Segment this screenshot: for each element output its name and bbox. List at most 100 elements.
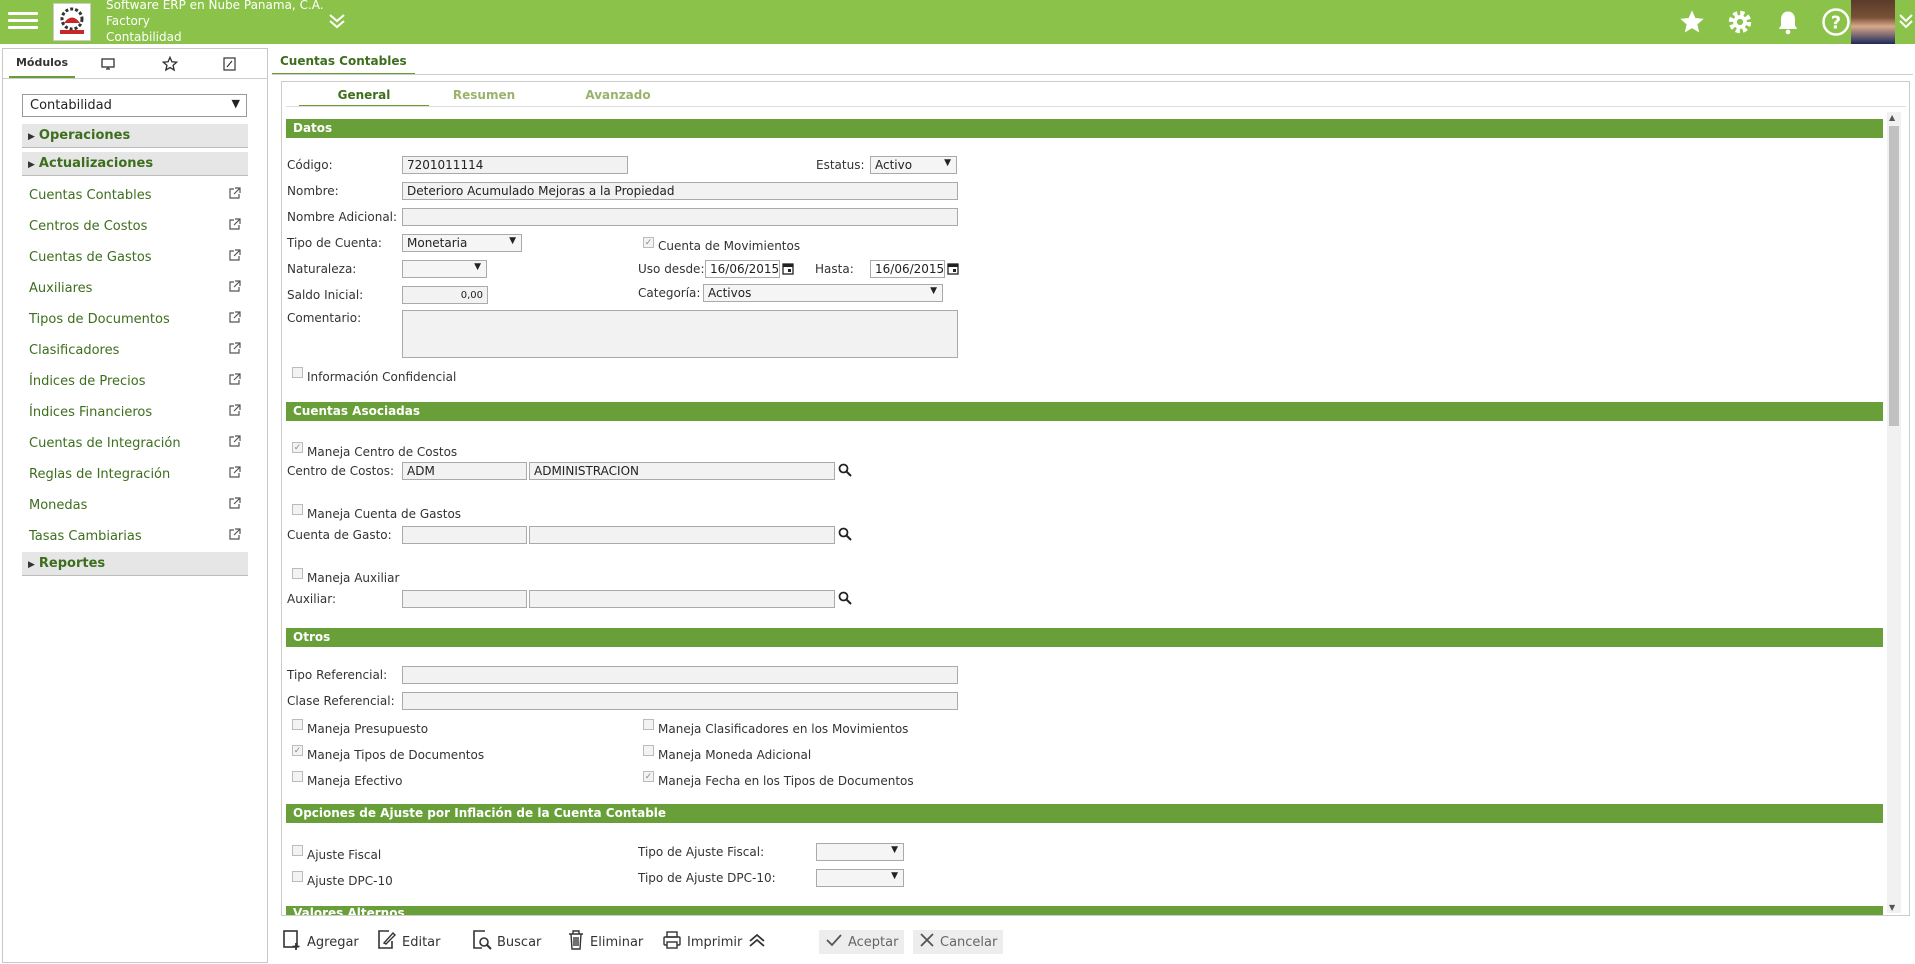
- centro-costos-name-input[interactable]: ADMINISTRACION: [529, 462, 835, 480]
- dropdown-arrow-icon: ▼: [891, 871, 898, 881]
- calendar-icon[interactable]: [947, 262, 961, 276]
- user-menu-chevron-icon[interactable]: [1897, 10, 1915, 32]
- scroll-down-icon[interactable]: ▼: [1889, 903, 1895, 912]
- external-link-icon: [228, 279, 241, 297]
- sidebar-item-tipos-de-documentos[interactable]: Tipos de Documentos: [29, 308, 241, 330]
- agregar-button[interactable]: Agregar: [282, 930, 359, 954]
- buscar-button[interactable]: Buscar: [472, 930, 541, 954]
- sidebar-item-indices-financieros[interactable]: Índices Financieros: [29, 401, 241, 423]
- maneja-cuenta-gastos-checkbox[interactable]: [292, 504, 303, 515]
- vertical-scrollbar[interactable]: ▲ ▼: [1887, 112, 1901, 913]
- cuenta-gasto-label: Cuenta de Gasto:: [287, 528, 392, 542]
- notebook-icon[interactable]: [214, 49, 244, 78]
- bell-icon[interactable]: [1771, 5, 1805, 39]
- sidebar-item-cuentas-de-gastos[interactable]: Cuentas de Gastos: [29, 246, 241, 268]
- maneja-auxiliar-checkbox[interactable]: [292, 568, 303, 579]
- nombre-adicional-input[interactable]: [402, 208, 958, 226]
- group-reportes[interactable]: ▶ Reportes: [22, 552, 248, 576]
- saldo-inicial-input[interactable]: 0,00: [402, 286, 488, 304]
- close-icon: [919, 932, 935, 952]
- sidebar-item-reglas-de-integracion[interactable]: Reglas de Integración: [29, 463, 241, 485]
- hamburger-menu-icon[interactable]: [8, 8, 38, 36]
- search-icon[interactable]: [838, 527, 854, 543]
- sidebar-item-clasificadores[interactable]: Clasificadores: [29, 339, 241, 361]
- clase-referencial-input[interactable]: [402, 692, 958, 710]
- nombre-input[interactable]: Deterioro Acumulado Mejoras a la Propied…: [402, 182, 958, 200]
- cuenta-movimientos-checkbox[interactable]: ✓: [643, 237, 654, 248]
- trash-icon: [567, 929, 585, 955]
- ajuste-fiscal-checkbox[interactable]: [292, 845, 303, 856]
- tipo-cuenta-select[interactable]: Monetaria ▼: [402, 234, 522, 252]
- eliminar-button[interactable]: Eliminar: [567, 930, 643, 954]
- sidebar-item-cuentas-contables[interactable]: Cuentas Contables: [29, 184, 241, 206]
- edit-document-icon: [377, 929, 397, 955]
- auxiliar-code-input[interactable]: [402, 590, 527, 608]
- cuenta-gasto-code-input[interactable]: [402, 526, 527, 544]
- info-confidencial-checkbox[interactable]: [292, 367, 303, 378]
- auxiliar-name-input[interactable]: [529, 590, 835, 608]
- aceptar-label: Aceptar: [848, 934, 899, 950]
- maneja-presupuesto-checkbox[interactable]: [292, 719, 303, 730]
- dropdown-arrow-icon: ▼: [891, 845, 898, 855]
- add-document-icon: [282, 929, 302, 955]
- scrollbar-thumb[interactable]: [1889, 126, 1899, 426]
- sidebar-item-centros-de-costos[interactable]: Centros de Costos: [29, 215, 241, 237]
- sidebar-item-cuentas-de-integracion[interactable]: Cuentas de Integración: [29, 432, 241, 454]
- hasta-input[interactable]: 16/06/2015: [870, 260, 945, 278]
- sidebar-item-monedas[interactable]: Monedas: [29, 494, 241, 516]
- favorites-star-icon[interactable]: [155, 49, 185, 78]
- help-icon[interactable]: ?: [1819, 5, 1853, 39]
- double-chevron-down-icon[interactable]: [326, 10, 348, 32]
- centro-costos-code-input[interactable]: ADM: [402, 462, 527, 480]
- categoria-select[interactable]: Activos ▼: [703, 284, 943, 302]
- collapse-toolbar-button[interactable]: [747, 930, 767, 954]
- ajuste-dpc-checkbox[interactable]: [292, 871, 303, 882]
- tab-cuentas-contables[interactable]: Cuentas Contables: [272, 50, 415, 75]
- group-label: Actualizaciones: [38, 156, 154, 171]
- scroll-up-icon[interactable]: ▲: [1889, 113, 1895, 122]
- tab-resumen[interactable]: Resumen: [419, 85, 549, 107]
- tipo-referencial-input[interactable]: [402, 666, 958, 684]
- dropdown-arrow-icon: ▼: [474, 262, 481, 272]
- ajuste-fiscal-label: Ajuste Fiscal: [307, 848, 382, 862]
- tab-general[interactable]: General: [299, 85, 429, 107]
- group-actualizaciones[interactable]: ▶ Actualizaciones: [22, 152, 248, 176]
- sidebar: Módulos Contabilidad ▼ ▶ Operaciones ▶ Act…: [2, 48, 268, 963]
- module-select[interactable]: Contabilidad ▼: [22, 94, 247, 117]
- dropdown-arrow-icon: ▼: [944, 158, 951, 168]
- star-icon[interactable]: [1675, 5, 1709, 39]
- search-icon[interactable]: [838, 463, 854, 479]
- aceptar-button[interactable]: Aceptar: [819, 930, 905, 954]
- estatus-select[interactable]: Activo ▼: [870, 156, 957, 174]
- maneja-fecha-checkbox[interactable]: ✓: [643, 771, 654, 782]
- tipo-ajuste-dpc-select[interactable]: ▼: [816, 869, 904, 887]
- sidebar-item-auxiliares[interactable]: Auxiliares: [29, 277, 241, 299]
- uso-desde-input[interactable]: 16/06/2015: [705, 260, 780, 278]
- maneja-tipos-documentos-checkbox[interactable]: ✓: [292, 745, 303, 756]
- monitor-icon[interactable]: [93, 49, 123, 78]
- imprimir-button[interactable]: Imprimir: [662, 930, 742, 954]
- comentario-textarea[interactable]: [402, 310, 958, 358]
- editar-button[interactable]: Editar: [377, 930, 441, 954]
- sidebar-item-tasas-cambiarias[interactable]: Tasas Cambiarias: [29, 525, 241, 547]
- search-icon[interactable]: [838, 591, 854, 607]
- main-content: General Resumen Avanzado Datos Código: 7…: [281, 81, 1910, 916]
- sidebar-item-indices-de-precios[interactable]: Índices de Precios: [29, 370, 241, 392]
- cancelar-button[interactable]: Cancelar: [913, 930, 1004, 954]
- naturaleza-select[interactable]: ▼: [402, 260, 487, 278]
- cuenta-gasto-name-input[interactable]: [529, 526, 835, 544]
- maneja-efectivo-checkbox[interactable]: [292, 771, 303, 782]
- categoria-value: Activos: [708, 286, 752, 300]
- gear-icon[interactable]: [1723, 5, 1757, 39]
- user-avatar[interactable]: [1851, 0, 1895, 44]
- calendar-icon[interactable]: [782, 262, 796, 276]
- maneja-clasificadores-checkbox[interactable]: [643, 719, 654, 730]
- codigo-input[interactable]: 7201011114: [402, 156, 628, 174]
- group-operaciones[interactable]: ▶ Operaciones: [22, 124, 248, 148]
- maneja-centro-costos-checkbox[interactable]: ✓: [292, 442, 303, 453]
- codigo-label: Código:: [287, 158, 333, 172]
- tab-modulos[interactable]: Módulos: [9, 49, 75, 78]
- tab-avanzado[interactable]: Avanzado: [553, 85, 683, 107]
- tipo-ajuste-fiscal-select[interactable]: ▼: [816, 843, 904, 861]
- maneja-moneda-adicional-checkbox[interactable]: [643, 745, 654, 756]
